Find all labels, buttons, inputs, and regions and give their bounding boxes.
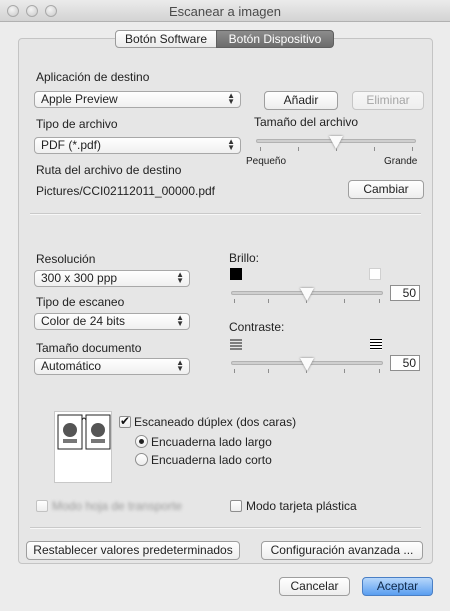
carrier-sheet-label: Modo hoja de transporte [52,499,183,513]
dark-square-icon [230,268,242,280]
plastic-card-checkbox[interactable] [230,500,242,512]
long-edge-radio[interactable] [135,435,148,448]
file-type-label: Tipo de archivo [36,117,118,131]
popup-arrows-icon: ▲ ▼ [176,270,184,285]
brightness-label: Brillo: [229,251,260,265]
slider-tick [379,299,380,303]
plastic-card-label: Modo tarjeta plástica [246,499,357,513]
brightness-slider-thumb[interactable] [300,288,314,301]
resolution-value: 300 x 300 ppp [41,271,118,285]
slider-tick [260,147,261,151]
file-size-max-label: Grande [384,156,418,167]
title-bar: Escanear a imagen [0,0,450,22]
slider-tick [234,369,235,373]
short-edge-radio[interactable] [135,453,148,466]
file-type-select[interactable]: PDF (*.pdf) ▲ ▼ [34,137,241,154]
file-size-label: Tamaño del archivo [254,115,359,129]
tab-boton-dispositivo[interactable]: Botón Dispositivo [216,30,334,48]
separator [30,527,421,529]
cancel-button[interactable]: Cancelar [279,577,350,596]
resolution-select[interactable]: 300 x 300 ppp ▲ ▼ [34,270,190,287]
slider-tick [268,369,269,373]
tab-boton-software[interactable]: Botón Software [115,30,217,48]
document-size-label: Tamaño documento [36,341,142,355]
file-size-min-label: Pequeño [246,156,287,167]
duplex-checkbox-label: Escaneado dúplex (dos caras) [134,415,297,429]
remove-button[interactable]: Eliminar [352,91,424,110]
contrast-value-field[interactable]: 50 [390,355,420,371]
scan-type-select[interactable]: Color de 24 bits ▲ ▼ [34,313,190,330]
contrast-slider-thumb[interactable] [300,358,314,371]
brightness-value-field[interactable]: 50 [390,285,420,301]
popup-arrows-icon: ▲ ▼ [227,137,235,152]
destination-app-label: Aplicación de destino [36,70,150,84]
scan-type-label: Tipo de escaneo [36,295,125,309]
slider-tick [298,147,299,151]
contrast-label: Contraste: [229,320,285,334]
file-size-slider-thumb[interactable] [329,136,343,149]
destination-app-value: Apple Preview [41,92,118,106]
slider-tick [344,299,345,303]
low-contrast-icon [230,339,242,350]
add-button[interactable]: Añadir [264,91,338,110]
high-contrast-icon [370,339,382,350]
window-title: Escanear a imagen [168,4,281,19]
short-edge-label: Encuaderna lado corto [151,453,272,467]
file-type-value: PDF (*.pdf) [41,138,102,152]
slider-tick [234,299,235,303]
destination-path-value: Pictures/CCI02112011_00000.pdf [36,184,216,198]
accept-button[interactable]: Aceptar [362,577,433,596]
slider-tick [344,369,345,373]
popup-arrows-icon: ▲ ▼ [176,358,184,373]
duplex-pages-icon [57,414,111,450]
carrier-sheet-checkbox[interactable] [36,500,48,512]
popup-arrows-icon: ▲ ▼ [227,91,235,106]
slider-tick [379,369,380,373]
slider-tick [412,147,413,151]
separator [30,213,421,215]
advanced-settings-button[interactable]: Configuración avanzada ... [261,541,423,560]
popup-arrows-icon: ▲ ▼ [176,313,184,328]
destination-path-label: Ruta del archivo de destino [36,163,182,177]
change-button[interactable]: Cambiar [348,180,424,199]
long-edge-label: Encuaderna lado largo [151,435,272,449]
duplex-checkbox[interactable] [119,414,131,428]
destination-app-select[interactable]: Apple Preview ▲ ▼ [34,91,241,108]
resolution-label: Resolución [36,252,96,266]
light-square-icon [369,268,381,280]
scan-type-value: Color de 24 bits [41,314,126,328]
document-size-value: Automático [41,359,102,373]
slider-tick [374,147,375,151]
document-size-select[interactable]: Automático ▲ ▼ [34,358,190,375]
slider-tick [268,299,269,303]
reset-defaults-button[interactable]: Restablecer valores predeterminados [26,541,240,560]
duplex-preview [54,411,112,483]
